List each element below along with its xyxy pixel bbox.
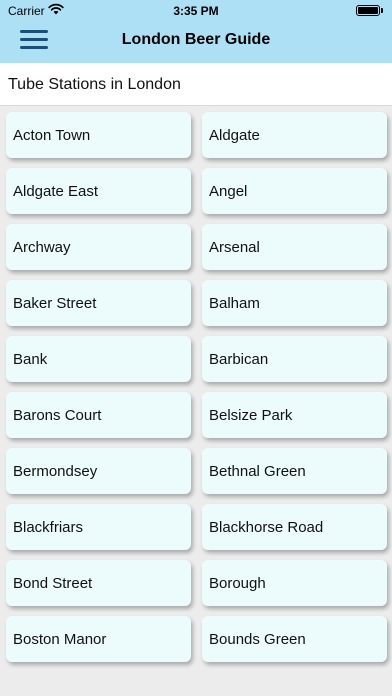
station-button[interactable]: Bond Street [6,560,191,606]
station-button[interactable]: Baker Street [6,280,191,326]
section-title: Tube Stations in London [8,76,181,93]
station-button[interactable]: Barbican [202,336,387,382]
station-button[interactable]: Angel [202,168,387,214]
station-button[interactable]: Borough [202,560,387,606]
station-button[interactable]: Aldgate [202,112,387,158]
station-button[interactable]: Aldgate East [6,168,191,214]
section-header: Tube Stations in London [0,63,392,106]
status-bar: Carrier 3:35 PM [0,0,392,22]
station-button[interactable]: Boston Manor [6,616,191,662]
battery-icon [356,5,380,16]
station-button[interactable]: Blackhorse Road [202,504,387,550]
station-button[interactable]: Archway [6,224,191,270]
battery-tip [381,8,383,13]
navigation-header: Carrier 3:35 PM London Beer Guide [0,0,392,63]
station-button[interactable]: Barons Court [6,392,191,438]
station-button[interactable]: Bounds Green [202,616,387,662]
page-title: London Beer Guide [121,31,271,48]
station-button[interactable]: Acton Town [6,112,191,158]
station-button[interactable]: Balham [202,280,387,326]
clock: 3:35 PM [173,4,219,18]
station-button[interactable]: Belsize Park [202,392,387,438]
station-button[interactable]: Bank [6,336,191,382]
station-button[interactable]: Bethnal Green [202,448,387,494]
station-grid: Acton Town Aldgate Aldgate East Angel Archwa… [0,106,392,696]
station-button[interactable]: Blackfriars [6,504,191,550]
station-button[interactable]: Arsenal [202,224,387,270]
station-button[interactable]: Bermondsey [6,448,191,494]
